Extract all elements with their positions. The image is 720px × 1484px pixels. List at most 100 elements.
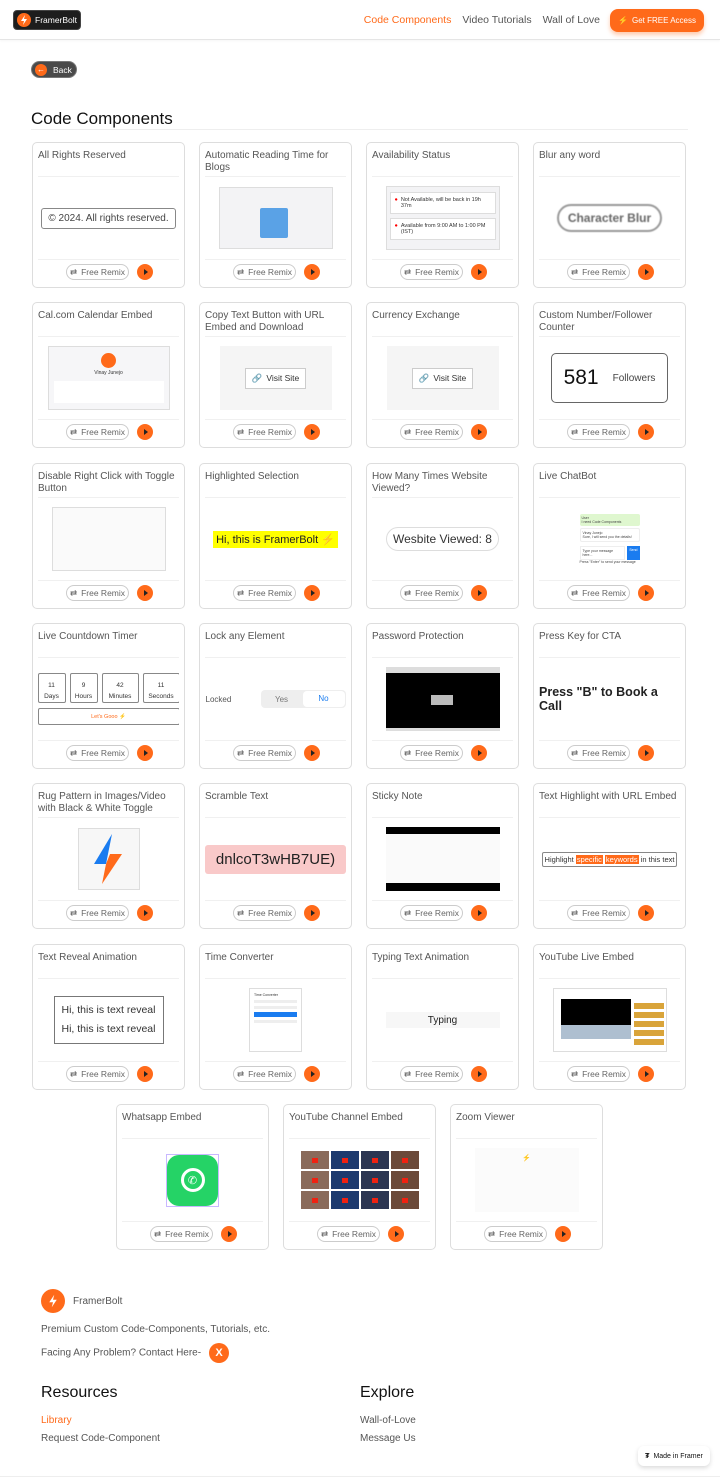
play-video-button[interactable] xyxy=(137,745,153,761)
play-video-button[interactable] xyxy=(137,905,153,921)
component-card[interactable]: Text Highlight with URL Embed Highlight … xyxy=(533,783,686,929)
free-remix-button[interactable]: ⇄ Free Remix xyxy=(567,585,630,601)
free-remix-button[interactable]: ⇄ Free Remix xyxy=(567,745,630,761)
play-video-button[interactable] xyxy=(638,1066,654,1082)
video-thumbnail[interactable] xyxy=(360,1171,389,1189)
component-card[interactable]: Time Converter Time Converter ⇄ Free Remi… xyxy=(199,944,352,1090)
play-video-button[interactable] xyxy=(304,424,320,440)
component-card[interactable]: Typing Text Animation Typing ⇄ Free Remix xyxy=(366,944,519,1090)
video-thumbnail[interactable] xyxy=(390,1191,419,1209)
component-card[interactable]: Lock any Element Locked Yes No ⇄ Free Remix xyxy=(199,623,352,769)
free-remix-button[interactable]: ⇄ Free Remix xyxy=(66,424,129,440)
card-preview[interactable] xyxy=(289,1141,430,1219)
free-remix-button[interactable]: ⇄ Free Remix xyxy=(150,1226,213,1242)
play-video-button[interactable] xyxy=(471,745,487,761)
play-video-button[interactable] xyxy=(137,1066,153,1082)
play-video-button[interactable] xyxy=(304,264,320,280)
footer-link-request[interactable]: Request Code-Component xyxy=(41,1433,160,1444)
free-remix-button[interactable]: ⇄ Free Remix xyxy=(567,905,630,921)
component-card[interactable]: Scramble Text dnlcoT3wHB7UE) ⇄ Free Remix xyxy=(199,783,352,929)
free-remix-button[interactable]: ⇄ Free Remix xyxy=(233,745,296,761)
free-remix-button[interactable]: ⇄ Free Remix xyxy=(400,1066,463,1082)
video-thumbnail[interactable] xyxy=(360,1191,389,1209)
component-card[interactable]: Highlighted Selection Hi, this is Framer… xyxy=(199,463,352,609)
component-card[interactable]: Live Countdown Timer 11 Days 9 Hours 42 Minut… xyxy=(32,623,185,769)
component-card[interactable]: Copy Text Button with URL Embed and Down… xyxy=(199,302,352,448)
component-card[interactable]: Custom Number/Follower Counter 581 Follow… xyxy=(533,302,686,448)
get-free-access-button[interactable]: ⚡ Get FREE Access xyxy=(610,9,704,32)
keyword-link[interactable]: keywords xyxy=(604,854,639,864)
card-preview[interactable] xyxy=(372,820,513,898)
free-remix-button[interactable]: ⇄ Free Remix xyxy=(233,424,296,440)
chat-input[interactable]: Type your message here... xyxy=(579,546,626,560)
video-thumbnail[interactable] xyxy=(390,1151,419,1169)
card-preview[interactable]: Locked Yes No xyxy=(205,660,346,738)
component-card[interactable]: Live ChatBot User I need Code Components … xyxy=(533,463,686,609)
card-preview[interactable]: ● Not Available, will be back in 19h 37m … xyxy=(372,179,513,257)
component-card[interactable]: Cal.com Calendar Embed Vinay Junejo ⇄ Fre… xyxy=(32,302,185,448)
play-video-button[interactable] xyxy=(304,1066,320,1082)
component-card[interactable]: How Many Times Website Viewed? Wesbite V… xyxy=(366,463,519,609)
free-remix-button[interactable]: ⇄ Free Remix xyxy=(400,745,463,761)
card-preview[interactable] xyxy=(38,820,179,898)
component-card[interactable]: Password Protection ⇄ Free Remix xyxy=(366,623,519,769)
free-remix-button[interactable]: ⇄ Free Remix xyxy=(400,585,463,601)
free-remix-button[interactable]: ⇄ Free Remix xyxy=(484,1226,547,1242)
play-video-button[interactable] xyxy=(471,585,487,601)
video-thumbnail[interactable] xyxy=(300,1191,329,1209)
free-remix-button[interactable]: ⇄ Free Remix xyxy=(66,264,129,280)
free-remix-button[interactable]: ⇄ Free Remix xyxy=(567,264,630,280)
play-video-button[interactable] xyxy=(388,1226,404,1242)
free-remix-button[interactable]: ⇄ Free Remix xyxy=(233,905,296,921)
component-card[interactable]: Disable Right Click with Toggle Button ⇄… xyxy=(32,463,185,609)
video-thumbnail[interactable] xyxy=(330,1191,359,1209)
toggle-yes[interactable]: Yes xyxy=(261,695,303,704)
component-card[interactable]: Currency Exchange 🔗 Visit Site ⇄ Free Remi… xyxy=(366,302,519,448)
free-remix-button[interactable]: ⇄ Free Remix xyxy=(400,264,463,280)
footer-link-library[interactable]: Library xyxy=(41,1415,72,1426)
video-thumbnail[interactable] xyxy=(300,1151,329,1169)
card-preview[interactable]: Press "B" to Book a Call xyxy=(539,660,680,738)
free-remix-button[interactable]: ⇄ Free Remix xyxy=(66,585,129,601)
x-twitter-icon[interactable]: X xyxy=(209,1343,230,1363)
component-card[interactable]: Text Reveal Animation Hi, this is text r… xyxy=(32,944,185,1090)
play-video-button[interactable] xyxy=(304,745,320,761)
free-remix-button[interactable]: ⇄ Free Remix xyxy=(66,745,129,761)
card-preview[interactable]: 🔗 Visit Site xyxy=(205,339,346,417)
made-in-framer-badge[interactable]: ₮ Made in Framer xyxy=(638,1446,710,1466)
footer-link-message-us[interactable]: Message Us xyxy=(360,1433,416,1444)
video-thumbnail[interactable] xyxy=(330,1171,359,1189)
card-preview[interactable]: dnlcoT3wHB7UE) xyxy=(205,820,346,898)
play-video-button[interactable] xyxy=(471,1066,487,1082)
component-card[interactable]: YouTube Live Embed ⇄ Free Remix xyxy=(533,944,686,1090)
free-remix-button[interactable]: ⇄ Free Remix xyxy=(567,424,630,440)
component-card[interactable]: YouTube Channel Embed ⇄ Free Remix xyxy=(283,1104,436,1250)
back-button[interactable]: ← Back xyxy=(31,61,77,78)
keyword-link[interactable]: specific xyxy=(575,854,603,864)
play-video-button[interactable] xyxy=(638,585,654,601)
brand-logo[interactable]: FramerBolt xyxy=(13,10,81,30)
card-preview[interactable]: 11 Days 9 Hours 42 Minutes 11 Seconds Let's Gooo… xyxy=(38,660,179,738)
video-thumbnail[interactable] xyxy=(390,1171,419,1189)
nav-link-video-tutorials[interactable]: Video Tutorials xyxy=(462,14,531,26)
card-preview[interactable]: ✆ xyxy=(122,1141,263,1219)
play-video-button[interactable] xyxy=(638,424,654,440)
free-remix-button[interactable]: ⇄ Free Remix xyxy=(66,905,129,921)
lock-toggle[interactable]: Yes No xyxy=(260,690,346,708)
free-remix-button[interactable]: ⇄ Free Remix xyxy=(233,264,296,280)
card-preview[interactable]: Vinay Junejo xyxy=(38,339,179,417)
chat-send-button[interactable]: Send xyxy=(627,546,640,560)
play-video-button[interactable] xyxy=(137,585,153,601)
play-video-button[interactable] xyxy=(638,264,654,280)
card-preview[interactable] xyxy=(205,179,346,257)
card-preview[interactable] xyxy=(38,500,179,578)
nav-link-wall-of-love[interactable]: Wall of Love xyxy=(543,14,600,26)
card-preview[interactable]: Time Converter xyxy=(205,981,346,1059)
component-card[interactable]: Press Key for CTA Press "B" to Book a Ca… xyxy=(533,623,686,769)
play-video-button[interactable] xyxy=(221,1226,237,1242)
play-video-button[interactable] xyxy=(137,264,153,280)
free-remix-button[interactable]: ⇄ Free Remix xyxy=(400,905,463,921)
play-video-button[interactable] xyxy=(555,1226,571,1242)
play-video-button[interactable] xyxy=(304,905,320,921)
play-video-button[interactable] xyxy=(471,424,487,440)
